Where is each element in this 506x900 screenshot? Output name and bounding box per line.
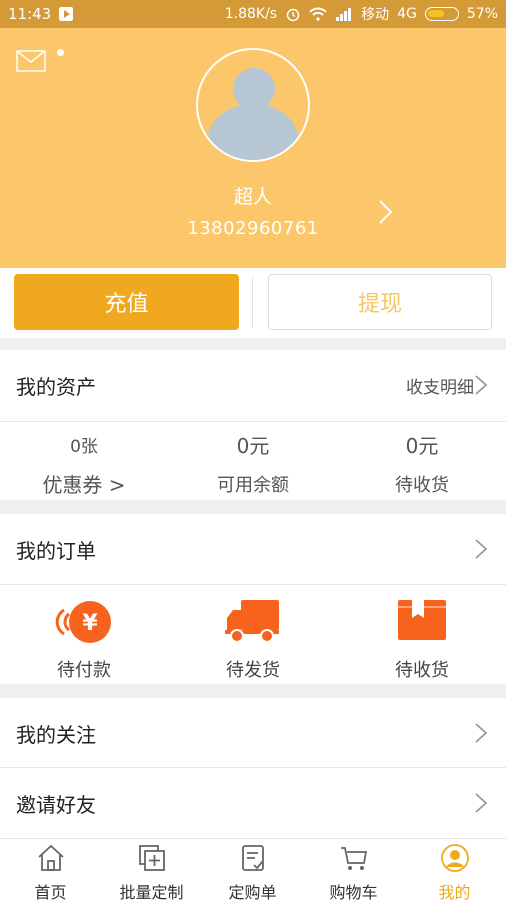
avatar[interactable] (196, 48, 310, 162)
tab-cart-label: 购物车 (329, 883, 378, 900)
status-time: 11:43 (8, 5, 52, 23)
user-phone: 13802960761 (187, 218, 319, 239)
wifi-icon (309, 7, 327, 21)
pending-delivery-item[interactable]: 待收货 (338, 596, 506, 682)
divider (0, 421, 506, 422)
signal-icon (336, 8, 352, 21)
order-form-icon (241, 845, 264, 871)
tab-home-label: 首页 (34, 883, 67, 900)
truck-icon (225, 600, 279, 643)
tab-cart[interactable]: 购物车 (303, 839, 404, 900)
balance-item[interactable]: 0元 可用余额 (169, 430, 337, 497)
coupon-count: 0张 (70, 437, 98, 457)
carrier-name: 移动 (361, 7, 390, 23)
orders-header-row[interactable]: 我的订单 (0, 514, 506, 584)
orders-title: 我的订单 (16, 538, 96, 563)
chevron-right-icon (475, 723, 488, 743)
status-bar: 11:43 1.88K/s 移动 4G 57% (0, 0, 506, 28)
yuan-coin-icon: ¥ (55, 601, 111, 643)
battery-icon (424, 7, 459, 21)
avatar-body-shape (208, 104, 298, 160)
package-icon (398, 600, 446, 640)
pending-shipment-item[interactable]: 待发货 (169, 596, 337, 682)
profile-icon (440, 844, 469, 872)
chevron-right-icon[interactable] (376, 198, 396, 226)
my-follows-label: 我的关注 (16, 722, 96, 747)
divider (0, 584, 506, 585)
home-icon (37, 844, 64, 871)
menu-section: 我的关注 邀请好友 (0, 698, 506, 838)
wallet-actions: 充值 提现 (0, 268, 506, 338)
withdraw-button[interactable]: 提现 (268, 274, 492, 330)
user-nickname: 超人 (233, 186, 272, 208)
network-speed: 1.88K/s (224, 6, 278, 22)
chevron-right-icon (475, 375, 488, 395)
divider (252, 276, 253, 328)
assets-title: 我的资产 (16, 374, 96, 399)
alarm-icon (286, 8, 300, 22)
pending-delivery-label: 待收货 (395, 660, 449, 681)
balance-label: 可用余额 (217, 475, 289, 496)
media-play-icon (59, 7, 74, 21)
recharge-button[interactable]: 充值 (14, 274, 239, 330)
battery-level: 57% (466, 6, 498, 22)
chevron-right-icon (475, 793, 488, 813)
profile-header[interactable]: 超人 13802960761 (0, 28, 506, 268)
network-type: 4G (397, 6, 417, 22)
batch-icon (138, 845, 165, 871)
bottom-tab-bar: 首页 批量定制 定购单 购物车 我的 (0, 838, 506, 900)
pending-payment-item[interactable]: ¥ 待付款 (0, 596, 168, 682)
transaction-detail-link[interactable]: 收支明细 (406, 373, 474, 398)
pending-shipment-label: 待发货 (226, 660, 280, 681)
my-follows-row[interactable]: 我的关注 (0, 698, 506, 768)
coupon-item[interactable]: 0张 优惠券 > (0, 432, 168, 498)
mail-icon[interactable] (16, 50, 46, 72)
tab-batch-custom[interactable]: 批量定制 (101, 839, 202, 900)
pending-payment-label: 待付款 (57, 660, 111, 681)
invite-friends-label: 邀请好友 (16, 792, 96, 817)
tab-mine-label: 我的 (438, 883, 471, 900)
chevron-right-icon (475, 539, 488, 559)
pending-receipt-label: 待收货 (395, 475, 449, 496)
balance-value: 0元 (236, 434, 270, 458)
tab-order-form[interactable]: 定购单 (202, 839, 303, 900)
tab-batch-custom-label: 批量定制 (119, 883, 184, 900)
svg-text:¥: ¥ (82, 611, 98, 636)
orders-section: 我的订单 ¥ 待付款 待发货 待收货 (0, 514, 506, 684)
invite-friends-row[interactable]: 邀请好友 (0, 768, 506, 838)
cart-icon (340, 847, 367, 870)
tab-home[interactable]: 首页 (0, 839, 101, 900)
pending-receipt-asset-item[interactable]: 0元 待收货 (338, 430, 506, 497)
assets-header-row[interactable]: 我的资产 收支明细 (0, 350, 506, 420)
notification-dot (57, 49, 64, 56)
pending-receipt-value: 0元 (405, 434, 439, 458)
assets-section: 我的资产 收支明细 0张 优惠券 > 0元 可用余额 0元 待收货 (0, 350, 506, 500)
tab-order-form-label: 定购单 (228, 883, 277, 900)
coupon-label: 优惠券 > (42, 473, 126, 497)
tab-mine[interactable]: 我的 (404, 839, 505, 900)
